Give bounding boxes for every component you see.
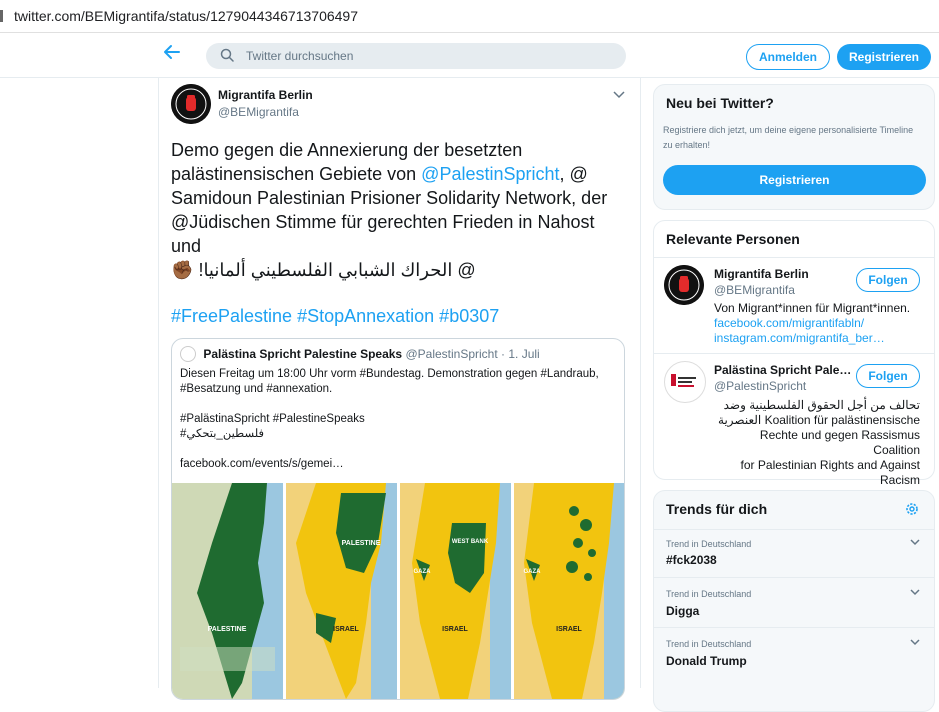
signup-cta-button[interactable]: Registrieren [663,165,926,195]
tweet-line: @Jüdischen Stimme für gerechten Frieden … [171,212,595,232]
person-avatar[interactable] [664,265,704,305]
chevron-down-icon[interactable] [613,88,625,102]
card-title: Neu bei Twitter? [666,95,774,111]
quote-author-name: Palästina Spricht Palestine Speaks [203,347,403,362]
browser-address-bar[interactable]: twitter.com/BEMigrantifa/status/12790443… [0,0,939,33]
card-title: Trends für dich [666,501,768,517]
tweet-line: Samidoun Palestinian Prisioner Solidarit… [171,188,608,208]
address-url[interactable]: twitter.com/BEMigrantifa/status/12790443… [14,8,358,24]
person-bio: تحالف من أجل الحقوق الفلسطينية وضد العنص… [714,398,920,488]
gear-icon[interactable] [904,501,920,522]
person-avatar[interactable] [664,361,706,403]
bio-line: Rechte und gegen Rassismus Coalition [759,428,920,457]
back-arrow-icon[interactable] [163,43,185,65]
map-label: ISRAEL [333,626,359,633]
map-label: PALESTINE [342,540,381,547]
card-description: Registriere dich jetzt, um deine eigene … [663,125,914,150]
search-icon [220,48,234,67]
quote-header: Palästina Spricht Palestine Speaks @Pale… [180,346,540,363]
follow-button[interactable]: Folgen [856,364,920,388]
bio-line: Racism [879,473,920,487]
tweet-line: palästinensischen Gebiete von @PalestinS… [171,164,588,184]
person-bio: Von Migrant*innen für Migrant*innen. fac… [714,301,910,346]
bio-link[interactable]: facebook.com/migrantifabln/ [714,316,910,331]
quote-body: Diesen Freitag um 18:00 Uhr vorm #Bundes… [180,367,599,472]
trend-name[interactable]: #fck2038 [666,553,717,567]
login-button[interactable]: Anmelden [746,44,830,70]
tweet-hashtags[interactable]: #FreePalestine #StopAnnexation #b0307 [171,306,499,327]
map-label: ISRAEL [442,626,468,633]
map-label: PALESTINE [208,626,247,633]
address-bar-edge [0,10,3,22]
card-title: Relevante Personen [666,231,800,247]
trend-meta: Trend in Deutschland [666,639,752,649]
raised-fist-emoji: ✊🏾 [171,260,194,280]
person-handle[interactable]: @PalestinSpricht [714,379,806,393]
chevron-down-icon[interactable] [910,587,920,599]
bio-line: تحالف من أجل الحقوق الفلسطينية وضد [723,398,920,412]
divider [654,627,934,628]
map-panel-2: PALESTINE ISRAEL [286,483,397,699]
author-handle[interactable]: @BEMigrantifa [218,105,299,119]
author-avatar[interactable] [171,84,211,124]
divider [654,529,934,530]
author-name[interactable]: Migrantifa Berlin [218,88,313,102]
trend-meta: Trend in Deutschland [666,589,752,599]
person-name[interactable]: Migrantifa Berlin [714,267,809,281]
map-label: ISRAEL [556,626,582,633]
quote-line: #PalästinaSpricht #PalestineSpeaks [180,413,365,425]
map-label: WEST BANK [452,539,489,545]
relevant-people-card: Relevante Personen Migrantifa Berlin @BE… [653,220,935,487]
quoted-tweet[interactable]: Palästina Spricht Palestine Speaks @Pale… [171,338,625,700]
search-placeholder: Twitter durchsuchen [246,49,354,63]
quote-image-maps[interactable]: PALESTINE PALESTINE ISRAEL WEST BANK GAZ… [172,483,624,699]
divider [654,257,934,258]
person-handle[interactable]: @BEMigrantifa [714,283,795,297]
trends-card: Trends für dich Trend in Deutschland #fc… [653,490,935,712]
quote-line: #Besatzung und #annexation. [180,383,333,395]
tweet-column: Migrantifa Berlin @BEMigrantifa Demo geg… [158,78,641,700]
search-input[interactable]: Twitter durchsuchen [206,43,626,69]
quote-spacer [180,442,599,457]
bio-line: العنصرية Koalition für palästinensische [718,413,920,427]
quote-author-handle: @PalestinSpricht [405,347,498,362]
person-name[interactable]: Palästina Spricht Pale… [714,363,851,377]
map-label: GAZA [414,569,432,575]
trend-name[interactable]: Digga [666,604,699,618]
chevron-down-icon[interactable] [910,537,920,549]
twitter-header: Twitter durchsuchen Anmelden Registriere… [0,33,939,78]
quote-spacer [180,397,599,412]
quote-avatar [180,346,196,362]
map-panel-4: GAZA ISRAEL [514,483,624,699]
bio-text: Von Migrant*innen für Migrant*innen. [714,301,911,315]
tweet-text: Demo gegen die Annexierung der besetzten… [171,138,631,282]
new-to-twitter-card: Neu bei Twitter? Registriere dich jetzt,… [653,84,935,210]
quote-link[interactable]: facebook.com/events/s/gemei… [180,457,599,472]
map-panel-1: PALESTINE [172,483,283,699]
tweet-line: und [171,236,202,256]
map-panel-3: WEST BANK GAZA ISRAEL [400,483,511,699]
map-label: GAZA [524,569,542,575]
follow-button[interactable]: Folgen [856,268,920,292]
tweet-arabic-line: @ الحراك الشبابي الفلسطيني ألمانيا! ✊🏾 [171,260,476,280]
bio-line: for Palestinian Rights and Against [740,458,920,472]
divider [654,577,934,578]
divider [654,353,934,354]
quote-line: #فلسطين_بتحكي [180,428,265,440]
quote-date: · 1. Juli [501,347,540,362]
chevron-down-icon[interactable] [910,637,920,649]
signup-button[interactable]: Registrieren [837,44,931,70]
trend-meta: Trend in Deutschland [666,539,752,549]
trend-name[interactable]: Donald Trump [666,654,747,668]
quote-line: Diesen Freitag um 18:00 Uhr vorm #Bundes… [180,368,599,380]
mention-link[interactable]: @PalestinSpricht [421,164,559,184]
tweet-line: Demo gegen die Annexierung der besetzten [171,140,523,160]
bio-link[interactable]: instagram.com/migrantifa_ber… [714,331,910,346]
